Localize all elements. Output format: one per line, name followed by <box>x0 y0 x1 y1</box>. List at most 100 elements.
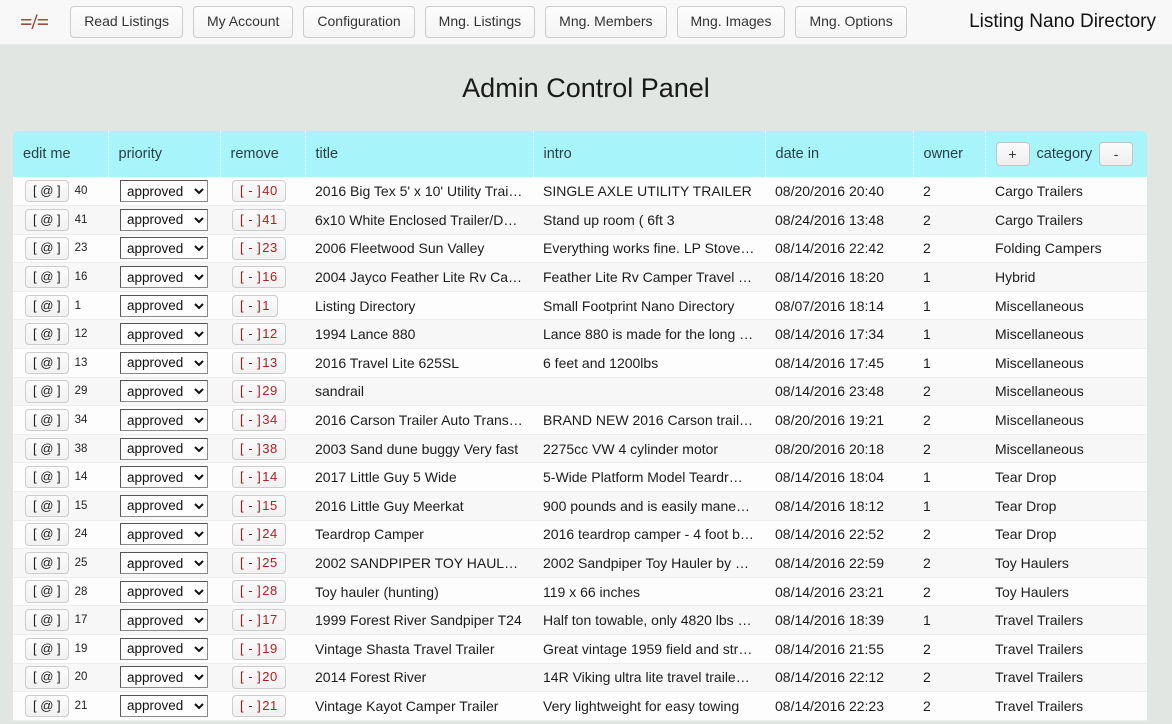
priority-select[interactable]: approvedpendingdenied <box>120 638 208 660</box>
table-row: [ @ ]12approvedpendingdenied[ - ]121994 … <box>13 320 1147 349</box>
cell-intro: 2275cc VW 4 cylinder motor <box>533 434 765 463</box>
column-header-date-in[interactable]: date in <box>765 131 913 177</box>
priority-select[interactable]: approvedpendingdenied <box>120 609 208 631</box>
edit-button[interactable]: [ @ ] <box>25 380 69 402</box>
cell-date-in: 08/14/2016 18:04 <box>765 463 913 492</box>
priority-select[interactable]: approvedpendingdenied <box>120 581 208 603</box>
remove-button[interactable]: [ - ]24 <box>232 523 286 545</box>
priority-select[interactable]: approvedpendingdenied <box>120 409 208 431</box>
nav-button-read-listings[interactable]: Read Listings <box>70 6 183 37</box>
nav-button-mng-options[interactable]: Mng. Options <box>795 6 906 37</box>
remove-button[interactable]: [ - ]28 <box>232 580 286 602</box>
cell-title: 1994 Lance 880 <box>305 320 533 349</box>
nav-button-configuration[interactable]: Configuration <box>303 6 414 37</box>
edit-button[interactable]: [ @ ] <box>25 666 69 688</box>
nav-button-mng-listings[interactable]: Mng. Listings <box>425 6 535 37</box>
remove-button[interactable]: [ - ]17 <box>232 609 286 631</box>
row-id: 29 <box>75 385 88 397</box>
remove-button[interactable]: [ - ]20 <box>232 666 286 688</box>
edit-button[interactable]: [ @ ] <box>25 495 69 517</box>
cell-priority: approvedpendingdenied <box>108 520 220 549</box>
priority-select[interactable]: approvedpendingdenied <box>120 495 208 517</box>
edit-button[interactable]: [ @ ] <box>25 580 69 602</box>
cell-intro: Small Footprint Nano Directory <box>533 291 765 320</box>
remove-button[interactable]: [ - ]19 <box>232 638 286 660</box>
edit-button[interactable]: [ @ ] <box>25 266 69 288</box>
edit-button[interactable]: [ @ ] <box>25 237 69 259</box>
priority-select[interactable]: approvedpendingdenied <box>120 695 208 717</box>
remove-button[interactable]: [ - ]1 <box>232 295 278 317</box>
cell-date-in: 08/14/2016 22:42 <box>765 234 913 263</box>
priority-select[interactable]: approvedpendingdenied <box>120 380 208 402</box>
edit-button[interactable]: [ @ ] <box>25 523 69 545</box>
table-row: [ @ ]21approvedpendingdenied[ - ]21Vinta… <box>13 692 1147 721</box>
priority-select[interactable]: approvedpendingdenied <box>120 295 208 317</box>
category-add-button[interactable]: + <box>996 142 1030 166</box>
remove-button[interactable]: [ - ]29 <box>232 380 286 402</box>
cell-edit: [ @ ]19 <box>13 635 108 664</box>
column-header-title[interactable]: title <box>305 131 533 177</box>
cell-date-in: 08/14/2016 23:48 <box>765 377 913 406</box>
cell-remove: [ - ]25 <box>220 549 305 578</box>
cell-edit: [ @ ]16 <box>13 263 108 292</box>
column-header-intro[interactable]: intro <box>533 131 765 177</box>
priority-select[interactable]: approvedpendingdenied <box>120 666 208 688</box>
remove-button[interactable]: [ - ]21 <box>232 695 286 717</box>
edit-button[interactable]: [ @ ] <box>25 609 69 631</box>
priority-select[interactable]: approvedpendingdenied <box>120 523 208 545</box>
category-remove-button[interactable]: - <box>1099 142 1133 166</box>
edit-button[interactable]: [ @ ] <box>25 438 69 460</box>
priority-select[interactable]: approvedpendingdenied <box>120 323 208 345</box>
edit-button[interactable]: [ @ ] <box>25 638 69 660</box>
edit-button[interactable]: [ @ ] <box>25 323 69 345</box>
cell-remove: [ - ]20 <box>220 663 305 692</box>
priority-select[interactable]: approvedpendingdenied <box>120 209 208 231</box>
remove-button[interactable]: [ - ]38 <box>232 438 286 460</box>
edit-button[interactable]: [ @ ] <box>25 695 69 717</box>
nav-button-mng-images[interactable]: Mng. Images <box>677 6 786 37</box>
edit-button[interactable]: [ @ ] <box>25 352 69 374</box>
cell-owner: 1 <box>913 463 985 492</box>
remove-button[interactable]: [ - ]16 <box>232 266 286 288</box>
remove-button[interactable]: [ - ]15 <box>232 495 286 517</box>
edit-button[interactable]: [ @ ] <box>25 552 69 574</box>
remove-button[interactable]: [ - ]12 <box>232 323 286 345</box>
priority-select[interactable]: approvedpendingdenied <box>120 466 208 488</box>
remove-button[interactable]: [ - ]14 <box>232 466 286 488</box>
cell-date-in: 08/14/2016 18:20 <box>765 263 913 292</box>
cell-owner: 1 <box>913 291 985 320</box>
priority-select[interactable]: approvedpendingdenied <box>120 237 208 259</box>
column-header-remove[interactable]: remove <box>220 131 305 177</box>
column-header-priority[interactable]: priority <box>108 131 220 177</box>
table-row: [ @ ]13approvedpendingdenied[ - ]132016 … <box>13 349 1147 378</box>
table-row: [ @ ]29approvedpendingdenied[ - ]29sandr… <box>13 377 1147 406</box>
cell-edit: [ @ ]21 <box>13 692 108 721</box>
remove-button[interactable]: [ - ]41 <box>232 209 286 231</box>
nav-button-mng-members[interactable]: Mng. Members <box>545 6 666 37</box>
equals-slash-logo-icon[interactable]: =/= <box>14 11 54 33</box>
edit-button[interactable]: [ @ ] <box>25 180 69 202</box>
priority-select[interactable]: approvedpendingdenied <box>120 352 208 374</box>
priority-select[interactable]: approvedpendingdenied <box>120 552 208 574</box>
column-header-owner[interactable]: owner <box>913 131 985 177</box>
cell-title: 2017 Little Guy 5 Wide <box>305 463 533 492</box>
nav-button-my-account[interactable]: My Account <box>193 6 293 37</box>
edit-button[interactable]: [ @ ] <box>25 209 69 231</box>
remove-button[interactable]: [ - ]34 <box>232 409 286 431</box>
edit-button[interactable]: [ @ ] <box>25 409 69 431</box>
edit-button[interactable]: [ @ ] <box>25 466 69 488</box>
column-header-category-label[interactable]: category <box>1037 146 1093 162</box>
cell-title: Toy hauler (hunting) <box>305 577 533 606</box>
cell-title: 2006 Fleetwood Sun Valley <box>305 234 533 263</box>
table-row: [ @ ]14approvedpendingdenied[ - ]142017 … <box>13 463 1147 492</box>
priority-select[interactable]: approvedpendingdenied <box>120 438 208 460</box>
edit-button[interactable]: [ @ ] <box>25 295 69 317</box>
remove-button[interactable]: [ - ]23 <box>232 237 286 259</box>
remove-button[interactable]: [ - ]13 <box>232 352 286 374</box>
cell-owner: 2 <box>913 663 985 692</box>
priority-select[interactable]: approvedpendingdenied <box>120 180 208 202</box>
column-header-edit[interactable]: edit me <box>13 131 108 177</box>
priority-select[interactable]: approvedpendingdenied <box>120 266 208 288</box>
remove-button[interactable]: [ - ]25 <box>232 552 286 574</box>
remove-button[interactable]: [ - ]40 <box>232 180 286 202</box>
